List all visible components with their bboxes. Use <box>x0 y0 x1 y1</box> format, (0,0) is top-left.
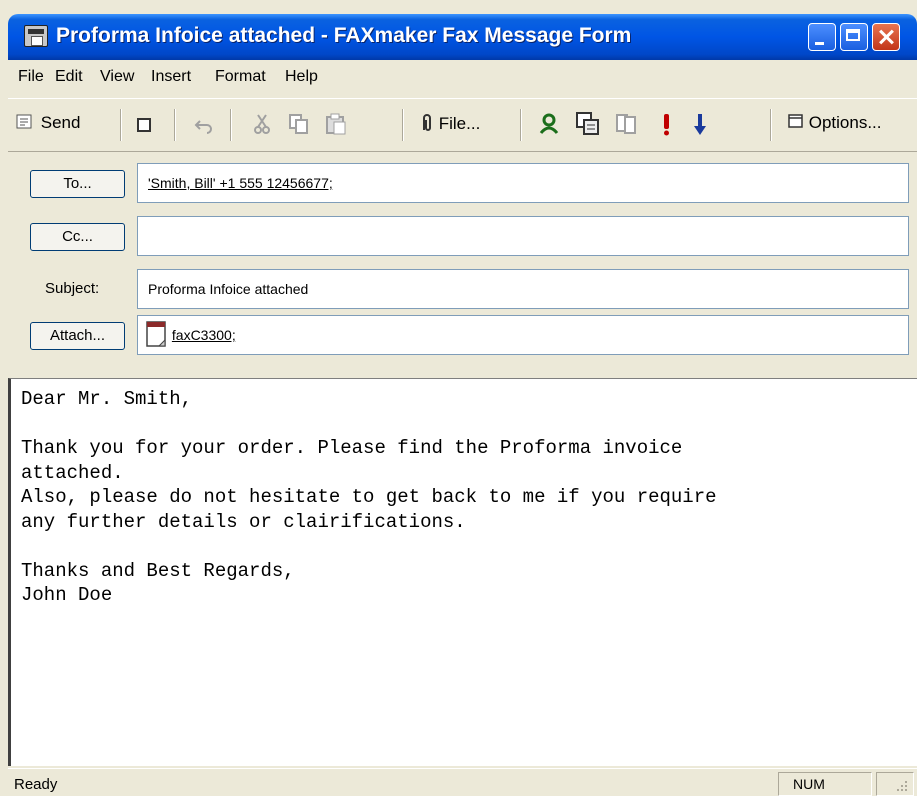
toolbar-separator <box>770 109 772 141</box>
toolbar-separator <box>520 109 522 141</box>
menu-insert[interactable]: Insert <box>151 68 191 86</box>
copy-icon[interactable] <box>288 113 310 135</box>
recipient-link[interactable]: 'Smith, Bill' +1 555 12456677; <box>148 175 333 191</box>
cut-icon[interactable] <box>253 113 271 135</box>
fax-pages-icon[interactable] <box>614 111 638 137</box>
toolbar-separator <box>120 109 122 141</box>
document-icon <box>146 321 166 347</box>
status-text: Ready <box>14 776 58 793</box>
address-book-icon[interactable] <box>538 113 560 135</box>
minimize-button[interactable] <box>808 23 836 51</box>
maximize-button[interactable] <box>840 23 868 51</box>
cc-field[interactable] <box>137 216 909 256</box>
attach-button[interactable]: Attach... <box>30 322 125 350</box>
toolbar-separator <box>230 109 232 141</box>
to-button[interactable]: To... <box>30 170 125 198</box>
send-label: Send <box>40 113 81 132</box>
to-field[interactable]: 'Smith, Bill' +1 555 12456677; <box>137 163 909 203</box>
fax-machine-icon <box>24 25 48 47</box>
close-button[interactable] <box>872 23 900 51</box>
window-title: Proforma Infoice attached - FAXmaker Fax… <box>56 24 632 47</box>
undo-icon[interactable] <box>194 115 216 135</box>
menu-file[interactable]: File <box>18 68 44 86</box>
check-names-icon[interactable] <box>575 111 601 137</box>
send-button[interactable]: Send <box>16 113 80 133</box>
toolbar-separator <box>174 109 176 141</box>
send-icon <box>16 114 32 129</box>
options-icon <box>788 114 803 128</box>
low-priority-icon[interactable] <box>693 113 707 137</box>
toolbar: Send File... Options... <box>8 98 917 152</box>
status-bar: Ready NUM <box>8 768 917 796</box>
menu-edit[interactable]: Edit <box>55 68 83 86</box>
grip-dots <box>897 781 907 791</box>
attachments-field[interactable]: faxC3300; <box>137 315 909 355</box>
menu-view[interactable]: View <box>100 68 134 86</box>
subject-label: Subject: <box>45 280 100 297</box>
paste-icon[interactable] <box>324 113 348 135</box>
fax-message-window: Proforma Infoice attached - FAXmaker Fax… <box>0 0 917 796</box>
paperclip-icon <box>423 114 431 131</box>
message-text: Dear Mr. Smith, Thank you for your order… <box>21 388 717 606</box>
new-document-icon[interactable] <box>136 117 152 133</box>
options-button[interactable]: Options... <box>788 113 882 133</box>
title-bar[interactable]: Proforma Infoice attached - FAXmaker Fax… <box>8 14 917 60</box>
menu-format[interactable]: Format <box>215 68 266 86</box>
message-body[interactable]: Dear Mr. Smith, Thank you for your order… <box>8 378 917 766</box>
high-priority-icon[interactable] <box>660 113 672 137</box>
menu-help[interactable]: Help <box>285 68 318 86</box>
cc-button[interactable]: Cc... <box>30 223 125 251</box>
subject-field[interactable]: Proforma Infoice attached <box>137 269 909 309</box>
file-label: File... <box>438 114 481 133</box>
toolbar-separator <box>402 109 404 141</box>
attach-file-button[interactable]: File... <box>420 113 480 134</box>
num-lock-indicator: NUM <box>778 772 872 796</box>
menu-bar: File Edit View Insert Format Help <box>8 62 917 92</box>
resize-grip-icon[interactable] <box>876 772 914 796</box>
attachment-link[interactable]: faxC3300; <box>172 327 236 343</box>
options-label: Options... <box>808 113 882 132</box>
